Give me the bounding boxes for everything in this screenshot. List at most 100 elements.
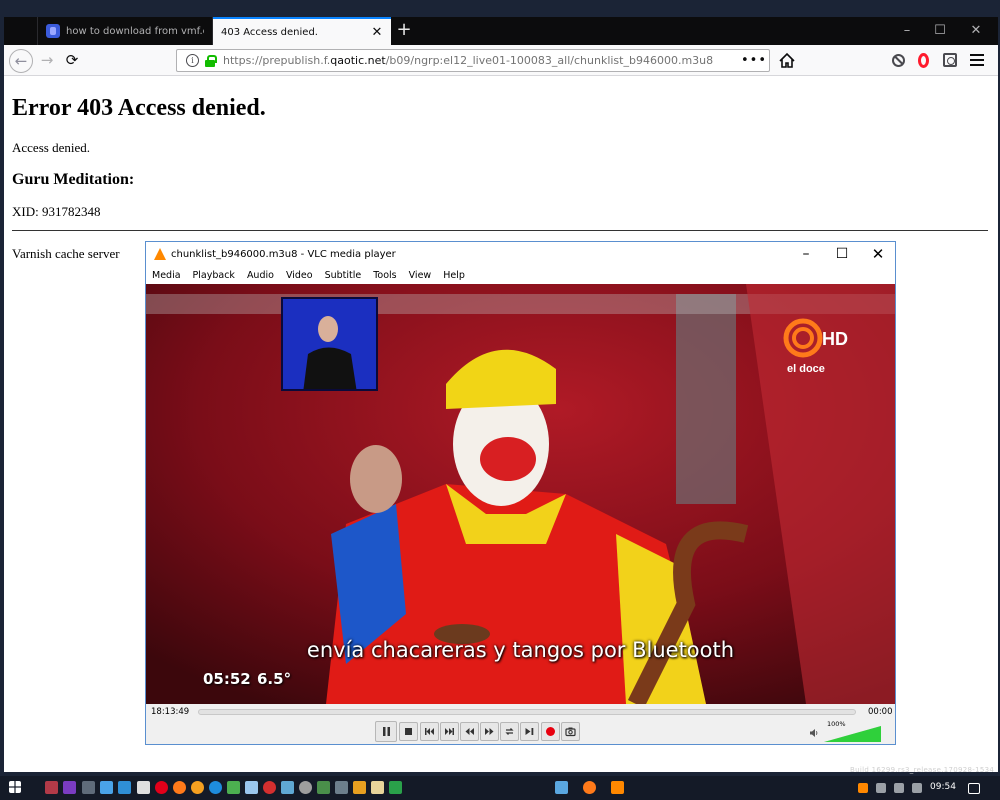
menu-help[interactable]: Help [443,270,465,281]
system-clock[interactable]: 09:54 [930,782,956,792]
previous-button[interactable] [420,722,439,741]
action-center-icon[interactable] [968,783,980,794]
vlc-window: chunklist_b946000.m3u8 - VLC media playe… [145,241,896,745]
page-title: Error 403 Access denied. [12,95,266,121]
network-icon[interactable] [894,783,904,793]
faster-button[interactable] [480,722,499,741]
taskbar-app-icon[interactable] [100,781,113,794]
pause-button[interactable] [375,721,397,742]
taskbar-app-icon[interactable] [263,781,276,794]
lock-icon[interactable] [205,54,217,67]
stop-button[interactable] [399,722,418,741]
menu-playback[interactable]: Playback [193,270,235,281]
new-tab-button[interactable]: + [393,20,415,42]
opera-icon[interactable] [155,781,168,794]
taskbar-app-icon[interactable] [281,781,294,794]
opera-extension-icon[interactable] [918,53,929,68]
menu-video[interactable]: Video [286,270,313,281]
vlc-titlebar[interactable]: chunklist_b946000.m3u8 - VLC media playe… [146,242,895,266]
home-icon[interactable] [776,50,798,72]
back-button[interactable]: ← [9,49,33,73]
taskbar-app-icon[interactable] [555,781,568,794]
menu-tools[interactable]: Tools [373,270,396,281]
close-window-button[interactable]: ✕ [958,17,994,45]
taskbar-app-icon[interactable] [371,781,384,794]
info-icon[interactable]: i [186,54,199,67]
page-actions-icon[interactable]: ••• [741,53,766,68]
tab-strip: how to download from vmf.ed 403 Access d… [4,17,998,45]
menu-view[interactable]: View [409,270,432,281]
screenshot-icon[interactable] [943,53,957,67]
vlc-minimize-button[interactable]: – [788,242,824,266]
rewind-icon [465,728,474,735]
menu-audio[interactable]: Audio [247,270,274,281]
next-button[interactable] [440,722,459,741]
tab-403-access-denied[interactable]: 403 Access denied. ✕ [213,17,391,45]
volume-slider[interactable] [824,726,881,742]
taskbar-app-icon[interactable] [389,781,402,794]
loop-button[interactable] [500,722,519,741]
error-message: Access denied. [12,140,90,155]
windows-build-watermark: Build 16299.rs3_release.170928-1534 [850,766,995,774]
taskbar-app-icon[interactable] [317,781,330,794]
video-display[interactable]: HD el doce envía chacareras y tangos por… [146,284,895,704]
navigation-toolbar: ← → ⟳ i https://prepublish.f.qaotic.net/… [4,45,998,76]
forum-favicon-icon [46,24,60,38]
gear-icon[interactable] [299,781,312,794]
volume-tray-icon[interactable] [912,783,922,793]
taskbar-app-icon[interactable] [245,781,258,794]
speaker-icon[interactable] [809,728,819,738]
vlc-tray-icon[interactable] [858,783,868,793]
taskbar-app-icon[interactable] [137,781,150,794]
firefox-icon[interactable] [173,781,186,794]
internet-explorer-icon[interactable] [209,781,222,794]
taskbar-app-icon[interactable] [353,781,366,794]
fast-forward-icon [485,728,494,735]
tab-vmf-download[interactable]: how to download from vmf.ed [37,17,213,45]
vlc-close-button[interactable]: ✕ [860,242,896,266]
maximize-button[interactable]: ☐ [922,17,958,45]
menu-media[interactable]: Media [152,270,181,281]
tab-label: how to download from vmf.ed [66,25,204,37]
windows-start-icon[interactable] [9,781,21,793]
taskbar-app-icon[interactable] [335,781,348,794]
stop-icon [405,728,412,735]
content-blocker-icon[interactable] [892,54,905,67]
sign-language-inset [281,297,378,391]
taskbar-app-icon[interactable] [45,781,58,794]
skip-back-icon [425,728,434,735]
total-time[interactable]: 00:00 [868,707,893,717]
firefox-icon[interactable] [191,781,204,794]
forward-button[interactable]: → [35,49,59,73]
taskbar-app-icon[interactable] [227,781,240,794]
taskbar-app-icon[interactable] [118,781,131,794]
taskbar-app-icon[interactable] [63,781,76,794]
taskbar-app-icon[interactable] [82,781,95,794]
firefox-taskbar-icon[interactable] [583,781,596,794]
server-footer: Varnish cache server [12,246,120,261]
skip-forward-icon [445,728,454,735]
elapsed-time: 18:13:49 [151,707,190,717]
vlc-menubar: Media Playback Audio Video Subtitle Tool… [146,266,895,284]
windows-taskbar: 09:54 [0,776,1000,800]
menu-subtitle[interactable]: Subtitle [325,270,362,281]
url-bar[interactable]: i https://prepublish.f.qaotic.net/b09/ng… [176,49,770,72]
vlc-taskbar-icon[interactable] [611,781,624,794]
playback-controls: 100% [146,720,895,744]
slower-button[interactable] [460,722,479,741]
frame-step-button[interactable] [520,722,539,741]
tray-icon[interactable] [876,783,886,793]
url-text[interactable]: https://prepublish.f.qaotic.net/b09/ngrp… [223,54,741,67]
reload-button[interactable]: ⟳ [60,49,84,73]
volume-fill [824,726,881,742]
hamburger-menu-icon[interactable] [970,54,984,66]
url-domain: qaotic.net [330,54,386,67]
url-prefix: https://prepublish.f. [223,54,331,67]
minimize-button[interactable]: – [889,17,925,45]
snapshot-button[interactable] [561,722,580,741]
vlc-maximize-button[interactable]: ☐ [824,242,860,266]
close-tab-icon[interactable]: ✕ [371,25,383,40]
record-button[interactable] [541,722,560,741]
guru-heading: Guru Meditation: [12,171,135,188]
seek-slider[interactable] [198,709,856,715]
